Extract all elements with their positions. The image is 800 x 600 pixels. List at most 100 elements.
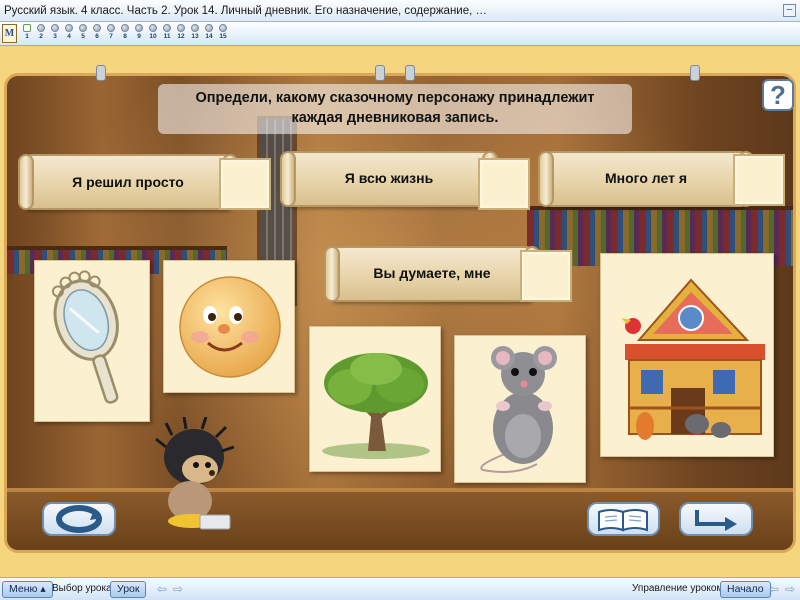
start-button[interactable]: Начало xyxy=(720,581,771,598)
step-6[interactable]: 6 xyxy=(90,24,104,40)
hedgehog-mascot-icon xyxy=(155,417,235,530)
step-number: 6 xyxy=(95,33,99,40)
step-number: 1 xyxy=(25,33,29,40)
step-11[interactable]: 11 xyxy=(160,24,174,40)
diary-entry-text: Я всю жизнь xyxy=(344,170,434,186)
step-list: 1 2 3 4 5 6 7 8 9 10 11 12 13 14 15 xyxy=(20,24,230,40)
step-number: 2 xyxy=(39,33,43,40)
step-number: 8 xyxy=(123,33,127,40)
scroll-curl xyxy=(280,151,296,207)
caret-up-icon: ▴ xyxy=(40,583,46,595)
step-number: 5 xyxy=(81,33,85,40)
diary-entry-text: Много лет я xyxy=(605,170,687,186)
tree-icon xyxy=(322,353,430,459)
menu-button[interactable]: Меню ▴ xyxy=(2,581,53,598)
step-14[interactable]: 14 xyxy=(202,24,216,40)
publisher-logo: M xyxy=(2,24,17,43)
step-indicator-icon xyxy=(93,24,101,32)
minimize-button[interactable]: – xyxy=(783,4,796,17)
character-card-kolobok[interactable] xyxy=(163,260,295,393)
step-indicator-icon xyxy=(23,24,31,32)
step-number: 14 xyxy=(205,33,213,40)
step-15[interactable]: 15 xyxy=(216,24,230,40)
character-card-mirror[interactable] xyxy=(34,260,150,422)
scroll-curl xyxy=(324,246,340,302)
kolobok-icon xyxy=(179,276,281,378)
step-navigation-bar: M 1 2 3 4 5 6 7 8 9 10 11 12 13 14 15 xyxy=(0,22,800,46)
bottom-navigation-bar: Меню ▴ Выбор урока: Урок ⇦ ⇨ Управление … xyxy=(0,577,800,600)
step-9[interactable]: 9 xyxy=(132,24,146,40)
step-13[interactable]: 13 xyxy=(188,24,202,40)
instruction-line: каждая дневниковая запись. xyxy=(291,110,499,126)
character-card-mouse[interactable] xyxy=(454,335,586,483)
step-number: 7 xyxy=(109,33,113,40)
lesson-stage: Определи, какому сказочному персонажу пр… xyxy=(0,47,800,577)
step-indicator-icon xyxy=(149,24,157,32)
lesson-button[interactable]: Урок xyxy=(110,581,147,598)
diary-entry-scroll[interactable]: Я всю жизнь xyxy=(280,151,498,207)
diary-entry-text: Вы думаете, мне xyxy=(373,265,491,281)
window-title: Русский язык. 4 класс. Часть 2. Урок 14.… xyxy=(4,5,488,17)
step-indicator-icon xyxy=(79,24,87,32)
step-number: 4 xyxy=(67,33,71,40)
answer-drop-slot[interactable] xyxy=(733,154,785,206)
step-number: 12 xyxy=(177,33,185,40)
scroll-curl xyxy=(18,154,34,210)
menu-button-label: Меню xyxy=(9,583,38,595)
step-2[interactable]: 2 xyxy=(34,24,48,40)
step-1[interactable]: 1 xyxy=(20,24,34,40)
step-12[interactable]: 12 xyxy=(174,24,188,40)
next-lesson-arrow-icon[interactable]: ⇨ xyxy=(171,582,185,596)
step-number: 10 xyxy=(149,33,157,40)
step-3[interactable]: 3 xyxy=(48,24,62,40)
step-8[interactable]: 8 xyxy=(118,24,132,40)
step-indicator-icon xyxy=(121,24,129,32)
step-number: 11 xyxy=(163,33,171,40)
step-indicator-icon xyxy=(37,24,45,32)
answer-drop-slot[interactable] xyxy=(478,158,530,210)
step-10[interactable]: 10 xyxy=(146,24,160,40)
step-5[interactable]: 5 xyxy=(76,24,90,40)
instruction-line: Определи, какому сказочному персонажу пр… xyxy=(195,90,595,106)
next-step-arrow-icon[interactable]: ⇨ xyxy=(783,582,797,596)
answer-drop-slot[interactable] xyxy=(520,250,572,302)
diary-entry-scroll[interactable]: Я решил просто xyxy=(18,154,238,210)
mouse-icon xyxy=(480,346,557,473)
lesson-select-label: Выбор урока: xyxy=(52,583,115,594)
step-7[interactable]: 7 xyxy=(104,24,118,40)
step-indicator-icon xyxy=(51,24,59,32)
diary-entry-scroll[interactable]: Много лет я xyxy=(538,151,754,207)
character-card-teremok[interactable] xyxy=(600,253,774,457)
step-indicator-icon xyxy=(219,24,227,32)
frame-clip xyxy=(96,65,106,81)
diary-entry-scroll[interactable]: Вы думаете, мне xyxy=(324,246,540,302)
step-indicator-icon xyxy=(191,24,199,32)
window-titlebar: Русский язык. 4 класс. Часть 2. Урок 14.… xyxy=(0,0,800,22)
arrow-right-icon xyxy=(695,510,737,531)
frame-clip xyxy=(375,65,385,81)
answer-drop-slot[interactable] xyxy=(219,158,271,210)
frame-clip xyxy=(405,65,415,81)
lesson-control-label: Управление уроком: xyxy=(632,583,727,594)
step-indicator-icon xyxy=(163,24,171,32)
step-number: 15 xyxy=(219,33,227,40)
teremok-icon xyxy=(621,278,765,440)
step-4[interactable]: 4 xyxy=(62,24,76,40)
step-indicator-icon xyxy=(107,24,115,32)
open-book-icon xyxy=(598,509,648,532)
character-card-tree[interactable] xyxy=(309,326,441,472)
previous-step-arrow-icon[interactable]: ⇦ xyxy=(767,582,781,596)
step-number: 3 xyxy=(53,33,57,40)
task-instruction: Определи, какому сказочному персонажу пр… xyxy=(158,84,632,134)
mirror-icon xyxy=(51,270,119,404)
step-number: 9 xyxy=(137,33,141,40)
open-book-button[interactable] xyxy=(587,502,660,536)
step-indicator-icon xyxy=(205,24,213,32)
reset-button[interactable] xyxy=(42,502,116,536)
next-button[interactable] xyxy=(679,502,753,536)
help-button[interactable]: ? xyxy=(762,79,794,111)
previous-lesson-arrow-icon[interactable]: ⇦ xyxy=(155,582,169,596)
step-number: 13 xyxy=(191,33,199,40)
scroll-curl xyxy=(538,151,554,207)
table-surface xyxy=(7,488,793,550)
